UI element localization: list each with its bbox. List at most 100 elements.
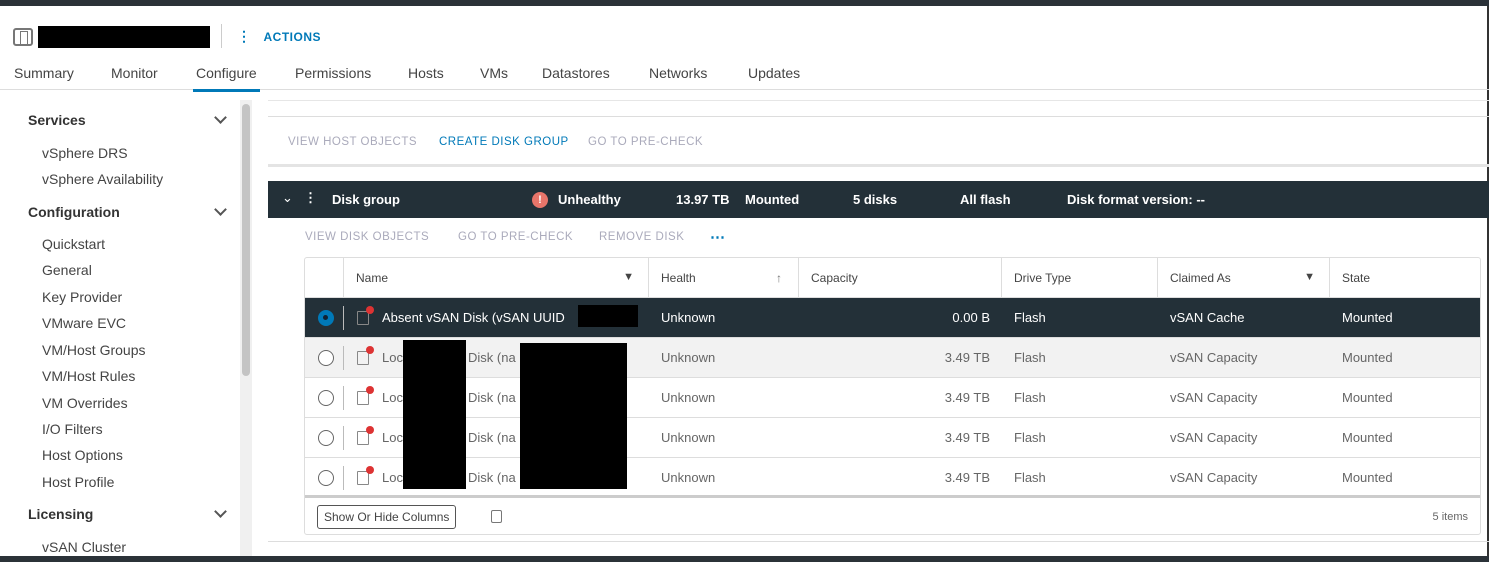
remove-disk-button[interactable]: REMOVE DISK [599,231,684,243]
actions-label: ACTIONS [263,30,321,44]
disk-name-suffix: Disk (na [468,390,516,405]
sidebar-item-host-options[interactable]: Host Options [42,447,123,463]
disk-state: Mounted [1342,470,1393,485]
tab-updates[interactable]: Updates [748,65,800,89]
divider [268,541,1489,542]
tab-datastores[interactable]: Datastores [542,65,610,89]
create-disk-group-button[interactable]: CREATE DISK GROUP [439,136,569,148]
filter-icon[interactable]: ▼ [1304,271,1315,283]
disk-health: Unknown [661,470,716,485]
sidebar-item-key-provider[interactable]: Key Provider [42,289,122,305]
table-row[interactable]: Absent vSAN Disk (vSAN UUID Unknown 0.00… [305,297,1480,337]
table-row[interactable]: Loc Disk (na Unknown 3.49 TB Flash vSAN … [305,417,1480,457]
more-actions-button[interactable]: ⋯ [710,228,726,246]
disk-group-disks: 5 disks [853,192,898,207]
actions-menu-button[interactable]: ⋮ ACTIONS [237,28,321,45]
sidebar-item-vsan-cluster[interactable]: vSAN Cluster [42,539,126,555]
sidebar-item-vm-overrides[interactable]: VM Overrides [42,395,128,411]
tab-configure[interactable]: Configure [193,65,260,92]
column-header-capacity[interactable]: Capacity [799,258,1002,298]
kebab-icon[interactable]: ⋮ [304,190,317,206]
divider [268,100,1489,101]
column-header-health[interactable]: Health ↑ [649,258,799,298]
filter-icon[interactable]: ▼ [623,271,634,283]
chevron-down-icon[interactable]: ⌄ [282,190,293,206]
disk-state: Mounted [1342,430,1393,445]
sidebar-item-io-filters[interactable]: I/O Filters [42,421,103,437]
view-disk-objects-button[interactable]: VIEW DISK OBJECTS [305,231,429,243]
sidebar-item-quickstart[interactable]: Quickstart [42,236,105,252]
row-radio[interactable] [318,350,334,366]
chevron-down-icon[interactable] [214,505,227,518]
disk-health: Unknown [661,390,716,405]
column-header-drive-type[interactable]: Drive Type [1002,258,1158,298]
disk-health: Unknown [661,310,716,325]
sidebar-item-vmware-evc[interactable]: VMware EVC [42,315,126,331]
scrollbar-thumb[interactable] [242,104,250,376]
tab-networks[interactable]: Networks [649,65,707,89]
sidebar-section-configuration[interactable]: Configuration [28,204,120,220]
row-radio[interactable] [318,390,334,406]
disk-capacity: 3.49 TB [944,350,990,365]
disk-error-icon [357,386,374,405]
go-to-precheck-button[interactable]: GO TO PRE-CHECK [588,136,703,148]
divider [343,466,344,490]
export-icon[interactable] [491,510,502,523]
disk-group-type: All flash [960,192,1011,207]
sidebar-item-host-profile[interactable]: Host Profile [42,474,114,490]
table-row[interactable]: Loc Disk (na Unknown 3.49 TB Flash vSAN … [305,457,1480,497]
sidebar-item-vm-host-groups[interactable]: VM/Host Groups [42,342,145,358]
kebab-icon: ⋮ [237,28,252,44]
disk-name[interactable]: Loc [382,390,403,405]
sort-ascending-icon[interactable]: ↑ [776,271,782,285]
table-footer: Show Or Hide Columns 5 items [305,495,1480,535]
tab-summary[interactable]: Summary [14,65,74,89]
disk-claimed-as: vSAN Capacity [1170,430,1258,445]
table-row[interactable]: Loc Disk (na Unknown 3.49 TB Flash vSAN … [305,377,1480,417]
tab-bar: Summary Monitor Configure Permissions Ho… [0,63,1489,92]
column-header-name[interactable]: Name ▼ [344,258,649,298]
sidebar-scrollbar[interactable] [240,100,252,562]
disk-name[interactable]: Loc [382,350,403,365]
disk-claimed-as: vSAN Cache [1170,310,1245,325]
show-hide-columns-button[interactable]: Show Or Hide Columns [317,505,457,529]
sidebar-item-general[interactable]: General [42,262,92,278]
row-radio[interactable] [318,470,334,486]
view-host-objects-button[interactable]: VIEW HOST OBJECTS [288,136,417,148]
divider [343,346,344,370]
sidebar-section-services[interactable]: Services [28,112,86,128]
chevron-down-icon[interactable] [214,203,227,216]
tab-permissions[interactable]: Permissions [295,65,371,89]
disk-claimed-as: vSAN Capacity [1170,390,1258,405]
table-row[interactable]: Loc Disk (na Unknown 3.49 TB Flash vSAN … [305,337,1480,377]
column-header-claimed-as[interactable]: Claimed As ▼ [1158,258,1330,298]
disk-group-header[interactable]: ⌄ ⋮ Disk group Unhealthy 13.97 TB Mounte… [268,181,1489,218]
warning-icon: ! [532,192,548,208]
disk-claimed-as: vSAN Capacity [1170,350,1258,365]
sidebar-item-vsphere-availability[interactable]: vSphere Availability [42,171,163,187]
divider [343,426,344,450]
disk-name[interactable]: Loc [382,470,403,485]
disk-capacity: 3.49 TB [944,430,990,445]
host-toolbar: VIEW HOST OBJECTS CREATE DISK GROUP GO T… [268,116,1489,167]
window-bottom-bar [0,556,1489,562]
sidebar-item-vsphere-drs[interactable]: vSphere DRS [42,145,128,161]
items-count: 5 items [1432,511,1468,523]
disk-error-icon [357,306,374,325]
chevron-down-icon[interactable] [214,111,227,124]
sidebar-section-licensing[interactable]: Licensing [28,506,93,522]
tab-hosts[interactable]: Hosts [408,65,444,89]
disk-health: Unknown [661,350,716,365]
row-radio[interactable] [318,430,334,446]
column-header-state[interactable]: State [1330,258,1480,298]
tab-vms[interactable]: VMs [480,65,508,89]
row-radio[interactable] [318,310,334,326]
disk-group-health: Unhealthy [558,192,621,207]
disk-name[interactable]: Loc [382,430,403,445]
tab-monitor[interactable]: Monitor [111,65,158,89]
disk-state: Mounted [1342,390,1393,405]
disk-name[interactable]: Absent vSAN Disk (vSAN UUID [382,310,565,325]
sidebar-item-vm-host-rules[interactable]: VM/Host Rules [42,368,135,384]
disk-drive-type: Flash [1014,430,1046,445]
go-to-precheck-disk-button[interactable]: GO TO PRE-CHECK [458,231,573,243]
